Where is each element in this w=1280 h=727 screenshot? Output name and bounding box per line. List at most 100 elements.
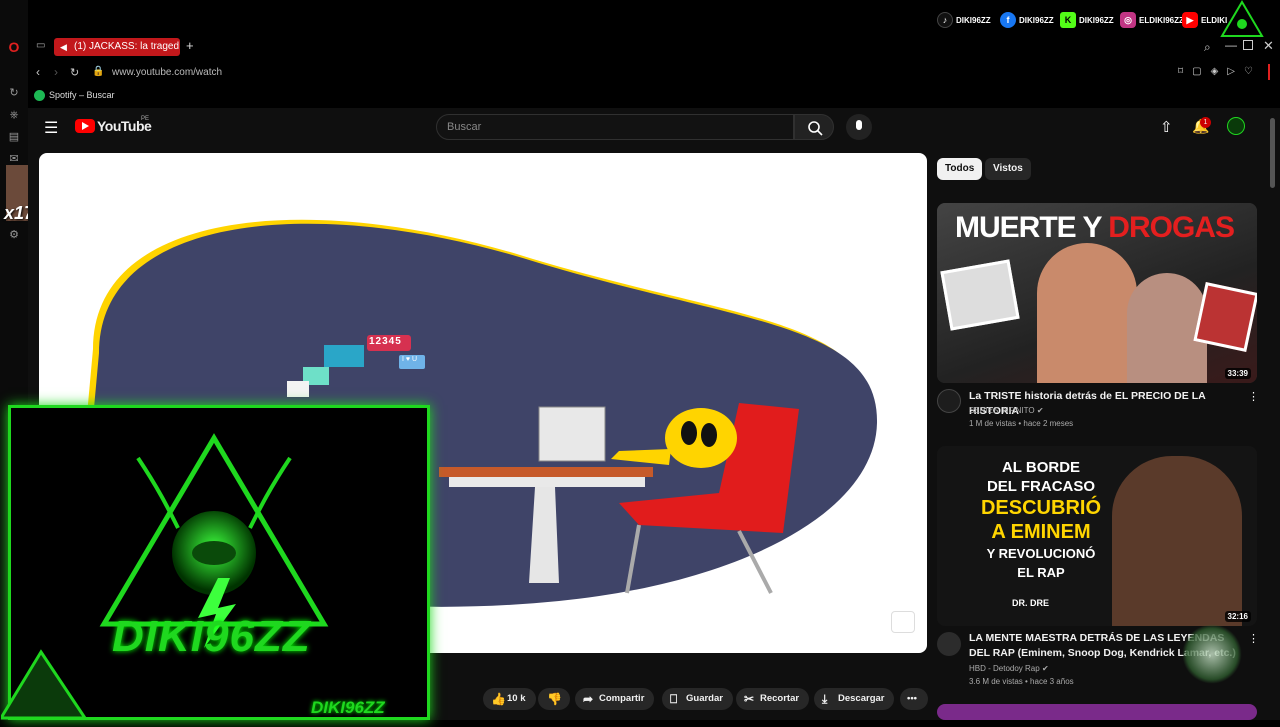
notes-icon[interactable]: ▤ [7,130,21,144]
thumbs-up-icon: 👍 [491,692,506,706]
watermark-icon [891,611,915,633]
extensions-icon[interactable]: ⎈ [7,108,21,122]
channel-name[interactable]: SERIES INFINITO ✔ [969,404,1044,417]
chip-vistos[interactable]: Vistos [985,158,1031,180]
social-tiktok: ♪ DIKI96ZZ [937,11,991,29]
like-count: 10 k [507,693,526,704]
reload-icon[interactable]: ↻ [70,66,79,79]
opera-logo-icon[interactable]: O [7,40,21,54]
share-icon: ➦ [583,692,594,706]
social-handle: DIKI96ZZ [1079,15,1114,25]
video-meta: 1 M de vistas • hace 2 meses [969,419,1074,428]
recommendation-thumbnail[interactable] [937,704,1257,720]
youtube-icon: ▶ [1182,12,1198,28]
new-tab-button[interactable]: + [186,38,194,53]
social-handle: DIKI96ZZ [956,15,991,25]
thumb-text: DEL FRACASO [986,478,1096,495]
bookmark-icon: ⎕ [670,692,678,706]
like-button[interactable]: 👍 10 k [483,688,536,710]
overlay-logo-panel: DIKI96ZZ [68,418,360,714]
upload-icon[interactable]: ⇧ [1160,118,1173,136]
page-scrollbar[interactable] [1270,118,1275,188]
scissors-icon: ✂ [744,692,755,706]
thumb-person [1037,243,1137,383]
channel-name-text: HBD - Detodoy Rap [969,664,1040,673]
more-icon: ••• [907,693,917,704]
menu-icon[interactable]: ☰ [44,118,58,138]
tiktok-icon: ♪ [937,12,953,28]
mail-icon[interactable]: ✉ [7,152,21,166]
progress-edge [1268,64,1270,80]
thumb-text: Y REVOLUCIONÓ [986,546,1096,561]
region-code: PE [141,116,150,122]
social-handle: ELDIKI96ZZ [1139,15,1184,25]
overlay-footer-name: DIKI96ZZ [311,698,385,717]
thumb-headline: MUERTE Y DROGAS [955,211,1235,245]
save-label: Guardar [686,693,723,704]
speaker-icon: ◀ [60,42,67,52]
thumb-photo [1193,282,1257,352]
social-instagram: ◎ ELDIKI96ZZ [1120,11,1184,29]
clip-button[interactable]: ✂ Recortar [736,688,810,710]
facebook-icon: f [1000,12,1016,28]
chat-bubble: I ♥ U [402,356,418,363]
kick-icon: K [1060,12,1076,28]
active-tab[interactable]: ◀ (1) JACKASS: la traged [54,38,180,56]
download-button[interactable]: ⤓ Descargar [814,688,895,710]
credit-card-shape [324,345,364,367]
video-menu-icon[interactable]: ⋮ [1248,390,1259,403]
thumbs-down-icon: 👎 [547,692,562,706]
channel-avatar[interactable] [937,389,961,413]
tab-island-icon[interactable]: ▭ [36,40,45,51]
search-button[interactable] [794,114,834,140]
thumb-credit: DR. DRE [1012,598,1050,608]
overlay-logo-text: DIKI96ZZ [112,612,311,661]
social-facebook: f DIKI96ZZ [1000,11,1054,29]
thumb-text: A EMINEM [991,521,1091,543]
recommendation-thumbnail[interactable]: AL BORDE DEL FRACASO DESCUBRIÓ A EMINEM … [937,446,1257,626]
youtube-logo-icon[interactable] [75,119,95,133]
mic-icon [856,120,862,130]
back-icon[interactable]: ‹ [36,65,40,79]
video-duration: 32:16 [1224,611,1251,622]
avatar[interactable] [1227,117,1245,135]
forward-icon[interactable]: › [54,65,58,79]
address-bar-tools[interactable]: ⌑▢◈▷♡ [1178,66,1262,77]
channel-name[interactable]: HBD - Detodoy Rap ✔ [969,662,1049,675]
share-label: Compartir [599,693,645,704]
download-icon: ⤓ [822,692,828,706]
verified-icon: ✔ [1036,406,1044,415]
share-button[interactable]: ➦ Compartir [575,688,655,710]
tab-bar: ▭ ◀ (1) JACKASS: la traged + [28,36,1280,60]
channel-avatar[interactable] [937,632,961,656]
video-meta: 3.6 M de vistas • hace 3 años [969,677,1074,686]
settings-icon[interactable]: ⚙ [7,228,21,242]
lock-icon: 🔒 [92,66,105,77]
social-kick: K DIKI96ZZ [1060,11,1114,29]
url-text[interactable]: www.youtube.com/watch [112,67,222,78]
video-menu-icon[interactable]: ⋮ [1248,632,1259,645]
search-icon [808,121,823,136]
tab-title: (1) JACKASS: la traged [74,41,180,52]
clip-label: Recortar [760,693,800,704]
thumb-headline: AL BORDE DEL FRACASO DESCUBRIÓ A EMINEM … [951,458,1131,582]
save-button[interactable]: ⎕ Guardar [662,688,733,710]
video-duration: 33:39 [1224,368,1251,379]
stream-overlay-frame: DIKI96ZZ DIKI96ZZ [0,405,430,720]
social-handle: DIKI96ZZ [1019,15,1054,25]
chip-todos[interactable]: Todos [937,158,983,180]
thumb-text: DESCUBRIÓ [980,497,1101,519]
dislike-button[interactable]: 👎 [538,688,570,710]
more-actions-button[interactable]: ••• [900,688,928,710]
voice-search-button[interactable] [846,114,872,140]
search-input[interactable]: Buscar [436,114,794,140]
recommendation-thumbnail[interactable]: MUERTE Y DROGAS 33:39 [937,203,1257,383]
history-icon[interactable]: ↻ [7,86,21,100]
channel-name-text: SERIES INFINITO [969,406,1035,415]
spotify-icon [34,90,45,101]
stream-overlay-effect [1182,624,1242,684]
download-label: Descargar [838,693,885,704]
thumb-text: EL RAP [1017,565,1065,580]
bookmark-spotify[interactable]: Spotify – Buscar [49,90,115,100]
thumb-photo [940,259,1020,331]
